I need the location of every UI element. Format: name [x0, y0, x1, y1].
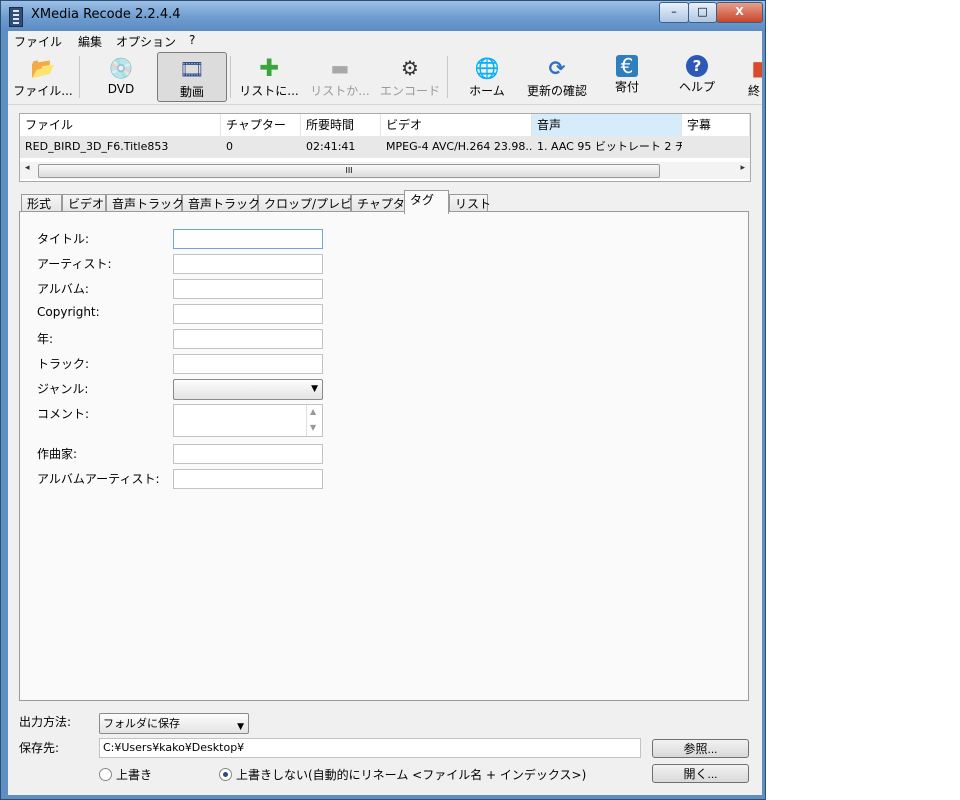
- toolbar-add-to-list-button[interactable]: ✚ リストに...: [236, 52, 302, 102]
- open-button[interactable]: 開く...: [652, 764, 749, 783]
- chevron-down-icon: ▼: [311, 384, 318, 394]
- genre-dropdown[interactable]: ▼: [173, 379, 323, 400]
- cell-subtitle: [682, 137, 750, 157]
- add-icon: ✚: [258, 54, 280, 82]
- scroll-up-icon[interactable]: ▲: [310, 407, 316, 416]
- browse-button[interactable]: 参照...: [652, 739, 749, 758]
- toolbar-separator: [230, 56, 231, 98]
- scroll-down-icon[interactable]: ▼: [310, 423, 316, 432]
- column-header-subtitle[interactable]: 字幕: [682, 114, 750, 136]
- title-bar[interactable]: XMedia Recode 2.2.4.4 – □ X: [1, 1, 765, 31]
- save-path-field[interactable]: C:¥Users¥kako¥Desktop¥: [99, 738, 641, 758]
- toolbar-video-button[interactable]: 🎞 動画: [157, 52, 227, 102]
- minimize-button[interactable]: –: [659, 2, 689, 23]
- toolbar-dvd-button[interactable]: 💿 DVD: [88, 52, 154, 102]
- chevron-down-icon: ▼: [237, 722, 244, 732]
- year-label: 年:: [37, 332, 54, 346]
- client-area: ファイル 編集 オプション ? 📂 ファイル... 💿 DVD 🎞 動画 ✚ リ…: [8, 31, 762, 795]
- toolbar-help-button[interactable]: ? ヘルプ: [664, 52, 730, 102]
- app-window: XMedia Recode 2.2.4.4 – □ X ファイル 編集 オプショ…: [0, 0, 766, 800]
- scroll-right-icon[interactable]: ▸: [740, 163, 745, 173]
- toolbar-donate-button[interactable]: € 寄付: [594, 52, 660, 102]
- cell-audio: 1. AAC 95 ビットレート 2 チ...: [537, 140, 682, 153]
- menu-help[interactable]: ?: [189, 33, 195, 47]
- column-header-file[interactable]: ファイル: [20, 114, 221, 136]
- track-field[interactable]: [173, 354, 323, 374]
- close-button[interactable]: X: [716, 2, 763, 23]
- globe-icon: 🌐: [474, 56, 500, 80]
- maximize-button[interactable]: □: [688, 2, 717, 23]
- album-artist-label: アルバムアーティスト:: [37, 472, 160, 486]
- column-header-chapter[interactable]: チャプター: [221, 114, 301, 136]
- toolbar-exit-button[interactable]: ■ 終: [748, 52, 762, 102]
- output-method-dropdown[interactable]: フォルダに保存 ▼: [99, 713, 249, 734]
- cell-video: MPEG-4 AVC/H.264 23.98...: [386, 140, 532, 153]
- comment-textarea[interactable]: ▲ ▼: [173, 404, 323, 437]
- toolbar-encode-button[interactable]: ⚙ エンコード: [377, 52, 443, 102]
- remove-icon: ▬: [330, 56, 350, 80]
- output-method-label: 出力方法:: [19, 715, 72, 729]
- scrollbar-thumb[interactable]: III: [38, 164, 660, 178]
- column-header-video[interactable]: ビデオ: [381, 114, 532, 136]
- scroll-left-icon[interactable]: ◂: [25, 163, 30, 173]
- radio-on-icon: [219, 768, 232, 781]
- toolbar-separator: [79, 56, 80, 98]
- refresh-icon: ⟳: [548, 56, 566, 80]
- copyright-label: Copyright:: [37, 305, 100, 319]
- track-label: トラック:: [37, 357, 90, 371]
- copyright-field[interactable]: [173, 304, 323, 324]
- comment-label: コメント:: [37, 407, 90, 421]
- film-icon: 🎞: [179, 57, 205, 81]
- folder-open-icon: 📂: [30, 56, 56, 80]
- cell-duration: 02:41:41: [306, 140, 356, 153]
- tab-tag[interactable]: タグ: [404, 190, 449, 214]
- file-list[interactable]: ファイル チャプター 所要時間 ビデオ 音声 字幕 RED_BIRD_3D_F6…: [19, 113, 751, 182]
- genre-label: ジャンル:: [37, 382, 89, 396]
- overwrite-radio[interactable]: 上書き: [99, 766, 152, 783]
- app-icon: [9, 7, 23, 27]
- horizontal-scrollbar[interactable]: ◂ III ▸: [20, 162, 750, 179]
- radio-off-icon: [99, 768, 112, 781]
- output-method-value: フォルダに保存: [103, 717, 180, 730]
- toolbar-remove-from-list-button[interactable]: ▬ リストか...: [306, 52, 374, 102]
- exit-icon: ■: [751, 56, 762, 80]
- toolbar: 📂 ファイル... 💿 DVD 🎞 動画 ✚ リストに... ▬ リストか...: [8, 52, 762, 105]
- title-field[interactable]: [173, 229, 323, 249]
- composer-field[interactable]: [173, 444, 323, 464]
- title-label: タイトル:: [37, 232, 90, 246]
- toolbar-home-button[interactable]: 🌐 ホーム: [454, 52, 520, 102]
- toolbar-open-file-button[interactable]: 📂 ファイル...: [10, 52, 76, 102]
- column-header-duration[interactable]: 所要時間: [301, 114, 381, 136]
- window-title: XMedia Recode 2.2.4.4: [31, 7, 181, 22]
- column-header-audio[interactable]: 音声: [532, 114, 682, 136]
- no-overwrite-radio[interactable]: 上書きしない(自動的にリネーム <ファイル名 + インデックス>): [219, 766, 586, 783]
- cell-file: RED_BIRD_3D_F6.Title853: [25, 140, 169, 153]
- album-artist-field[interactable]: [173, 469, 323, 489]
- donate-icon: €: [616, 55, 638, 77]
- dvd-icon: 💿: [108, 56, 134, 80]
- toolbar-check-update-button[interactable]: ⟳ 更新の確認: [523, 52, 591, 102]
- toolbar-separator: [447, 56, 448, 98]
- composer-label: 作曲家:: [37, 447, 78, 461]
- artist-label: アーティスト:: [37, 257, 112, 271]
- help-icon: ?: [686, 55, 708, 77]
- menu-edit[interactable]: 編集: [78, 33, 102, 50]
- tag-panel: タイトル: アーティスト: アルバム: Copyright: 年: トラック: …: [19, 211, 749, 701]
- menu-options[interactable]: オプション: [116, 33, 176, 50]
- artist-field[interactable]: [173, 254, 323, 274]
- save-path-label: 保存先:: [19, 741, 60, 755]
- menu-file[interactable]: ファイル: [14, 33, 62, 50]
- menu-bar: ファイル 編集 オプション ?: [8, 31, 762, 51]
- album-label: アルバム:: [37, 282, 89, 296]
- encode-icon: ⚙: [401, 56, 419, 80]
- cell-chapter: 0: [226, 140, 233, 153]
- comment-scrollbar[interactable]: ▲ ▼: [306, 405, 322, 436]
- album-field[interactable]: [173, 279, 323, 299]
- year-field[interactable]: [173, 329, 323, 349]
